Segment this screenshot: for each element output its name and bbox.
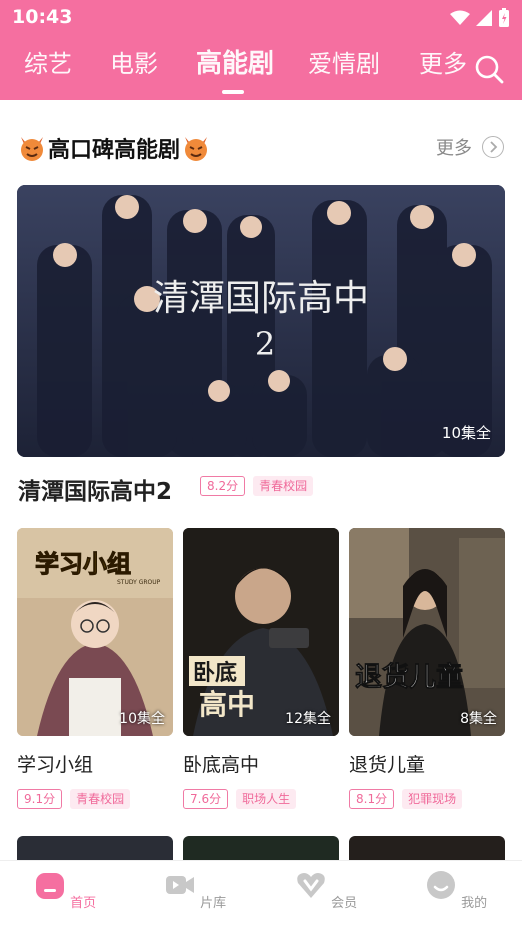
- genre-tag: 犯罪现场: [402, 789, 463, 809]
- drama-poster: 退货儿童 8集全: [349, 528, 505, 736]
- genre-tag: 职场人生: [236, 789, 297, 809]
- poster-image: 卧底 高中: [183, 528, 339, 736]
- drama-tags: 9.1分 青春校园: [17, 789, 173, 809]
- profile-face-icon: [426, 871, 455, 899]
- signal-icon: [476, 10, 492, 26]
- drama-title: 退货儿童: [349, 754, 426, 776]
- bottom-navigation: 首页 片库 会员 我的: [0, 860, 522, 928]
- drama-tags: 8.1分 犯罪现场: [349, 789, 505, 809]
- score-badge: 8.1分: [349, 789, 395, 809]
- tab-movie[interactable]: 电影: [110, 44, 158, 79]
- poster-episodes: 8集全: [460, 711, 497, 727]
- section-more-link[interactable]: 更多: [436, 134, 504, 160]
- video-library-icon: [165, 876, 194, 894]
- status-bar: 10:43: [0, 0, 522, 36]
- status-time: 10:43: [12, 6, 73, 28]
- nav-profile-label: 我的: [461, 896, 488, 911]
- drama-title: 卧底高中: [183, 754, 260, 776]
- nav-home-label: 首页: [70, 896, 97, 911]
- chevron-right-icon: [482, 136, 504, 158]
- drama-card-partial[interactable]: [183, 836, 339, 860]
- active-tab-indicator: [222, 90, 244, 94]
- battery-icon: [499, 8, 509, 27]
- nav-vip[interactable]: 会员: [286, 869, 366, 911]
- home-icon: [35, 873, 64, 899]
- wifi-icon: [450, 10, 470, 25]
- tab-more[interactable]: 更多: [419, 44, 467, 79]
- drama-poster: 学习小组 STUDY GROUP 10集全: [17, 528, 173, 736]
- drama-title: 学习小组: [17, 754, 94, 776]
- poster-episodes: 12集全: [285, 711, 331, 727]
- hero-episodes: 10集全: [441, 424, 491, 442]
- drama-poster: 卧底 高中 12集全: [183, 528, 339, 736]
- hero-title[interactable]: 清潭国际高中2: [18, 472, 172, 506]
- poster-title-text: 退货儿童: [355, 661, 463, 693]
- poster-image: 退货儿童: [349, 528, 505, 736]
- tab-romance[interactable]: 爱情剧: [308, 44, 380, 79]
- nav-vip-label: 会员: [331, 896, 358, 911]
- devil-emoji-icon: [21, 137, 43, 161]
- search-icon[interactable]: [474, 54, 504, 84]
- nav-library-label: 片库: [200, 896, 227, 911]
- score-badge: 8.2分: [200, 476, 246, 496]
- tab-high-energy-drama[interactable]: 高能剧: [196, 43, 274, 80]
- genre-tag: 青春校园: [253, 476, 314, 496]
- section-title-text: 高口碑高能剧: [48, 138, 181, 163]
- nav-profile[interactable]: 我的: [416, 869, 496, 911]
- nav-home[interactable]: 首页: [25, 869, 105, 911]
- drama-tags: 7.6分 职场人生: [183, 789, 339, 809]
- section-title: 高口碑高能剧: [18, 132, 210, 164]
- more-label: 更多: [436, 138, 472, 159]
- tab-variety[interactable]: 综艺: [24, 44, 72, 79]
- vip-heart-icon: [297, 873, 325, 898]
- genre-tag: 青春校园: [70, 789, 131, 809]
- hero-poster-image: 清潭国际高中 2: [17, 185, 505, 457]
- top-header: 10:43 综艺 电影 高能剧 爱情剧 更多: [0, 0, 522, 100]
- drama-card-partial[interactable]: [17, 836, 173, 860]
- hero-banner[interactable]: 清潭国际高中 2 10集全: [17, 185, 505, 457]
- hero-poster-title: 清潭国际高中: [153, 278, 369, 319]
- poster-title-text: 学习小组: [35, 550, 131, 578]
- poster-title-text: 卧底: [193, 660, 237, 686]
- status-icons: [450, 8, 510, 28]
- main-content: 高口碑高能剧 更多 清潭国际高中 2 10集全 清潭国际高中2 8.2分 青春校…: [0, 100, 522, 860]
- drama-card[interactable]: 卧底 高中 12集全 卧底高中 7.6分 职场人生: [183, 528, 339, 809]
- hero-poster-number: 2: [255, 325, 275, 363]
- nav-library[interactable]: 片库: [155, 869, 235, 911]
- hero-tags: 8.2分 青春校园: [200, 476, 314, 496]
- devil-emoji-icon: [185, 137, 208, 161]
- poster-image: 学习小组 STUDY GROUP: [17, 528, 173, 736]
- drama-card[interactable]: 学习小组 STUDY GROUP 10集全 学习小组 9.1分 青春校园: [17, 528, 173, 809]
- poster-title-text: 高中: [199, 688, 255, 721]
- category-tabs: 综艺 电影 高能剧 爱情剧 更多: [0, 44, 522, 94]
- drama-card-partial[interactable]: [349, 836, 505, 860]
- poster-episodes: 10集全: [119, 711, 165, 727]
- score-badge: 9.1分: [17, 789, 63, 809]
- poster-subtitle-text: STUDY GROUP: [117, 579, 161, 586]
- section-header: 高口碑高能剧 更多: [18, 130, 504, 166]
- score-badge: 7.6分: [183, 789, 229, 809]
- drama-card[interactable]: 退货儿童 8集全 退货儿童 8.1分 犯罪现场: [349, 528, 505, 809]
